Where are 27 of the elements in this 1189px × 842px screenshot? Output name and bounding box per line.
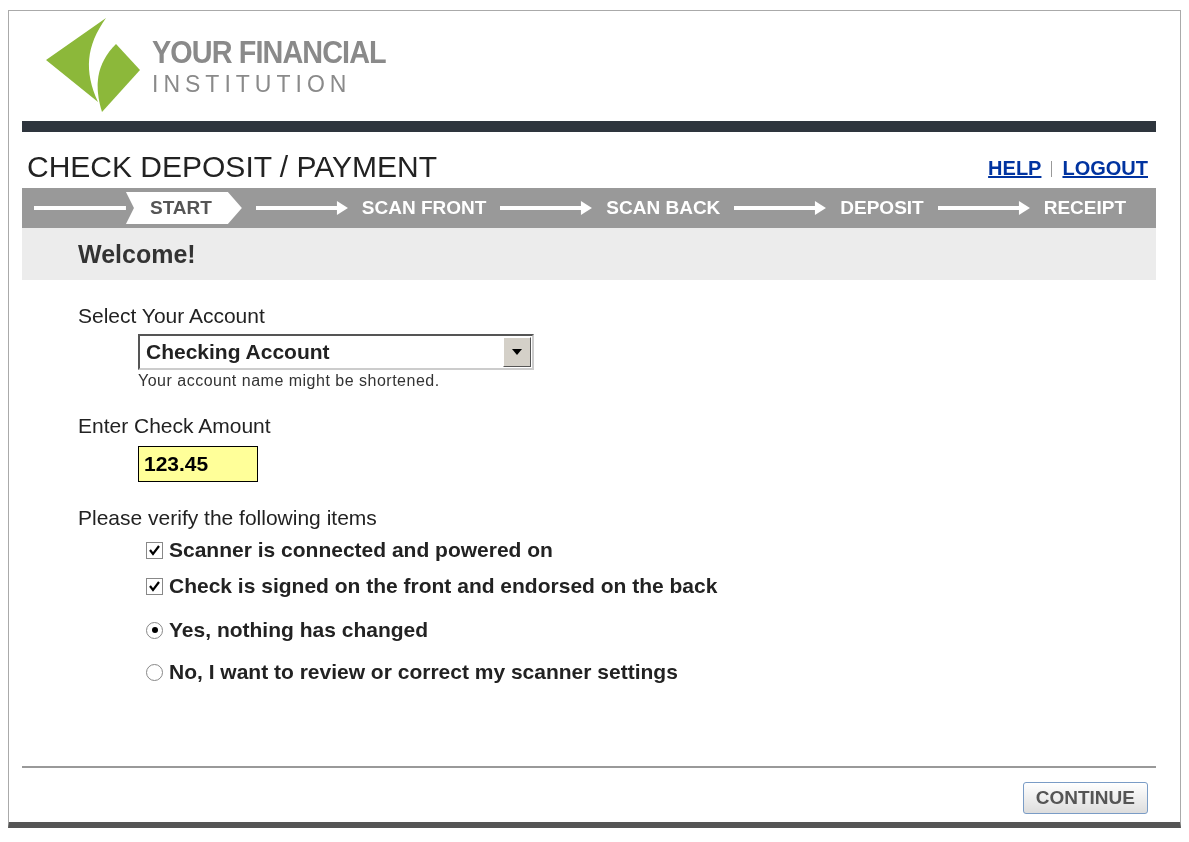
page-title: CHECK DEPOSIT / PAYMENT	[26, 150, 438, 184]
progress-step: SCAN FRONT	[361, 197, 487, 219]
progress-step: SCAN BACK	[606, 197, 721, 219]
progress-step: DEPOSIT	[840, 197, 924, 219]
field-label: Enter Check Amount	[78, 414, 272, 438]
progress-step: START	[125, 192, 242, 224]
radio-button[interactable]	[146, 663, 163, 681]
checkbox[interactable]	[146, 577, 163, 595]
continue-button[interactable]: CONTINUE	[1022, 782, 1148, 814]
field-label: Please verify the following items	[78, 506, 378, 530]
logo-text: INSTITUTION	[152, 71, 353, 98]
section-title: Welcome!	[78, 239, 196, 269]
nav-link[interactable]: LOGOUT	[1062, 157, 1148, 180]
radio-label: Yes, nothing has changed	[169, 618, 429, 642]
checkbox-label: Check is signed on the front and endorsed on the back	[169, 574, 718, 598]
logo-text: YOUR FINANCIAL	[152, 34, 386, 71]
amount-field[interactable]: 123.45	[138, 446, 258, 482]
radio-button[interactable]	[146, 621, 163, 639]
hint-text: Your account name might be shortened.	[138, 372, 441, 390]
checkbox-label: Scanner is connected and powered on	[169, 538, 553, 562]
checkbox[interactable]	[146, 541, 163, 559]
caret-icon	[512, 349, 522, 355]
account-dropdown[interactable]: Checking Account	[138, 334, 534, 370]
nav-link[interactable]: HELP	[988, 157, 1042, 180]
field-label: Select Your Account	[78, 304, 266, 328]
progress-step: RECEIPT	[1043, 197, 1126, 219]
radio-label: No, I want to review or correct my scanner settings	[169, 660, 678, 684]
